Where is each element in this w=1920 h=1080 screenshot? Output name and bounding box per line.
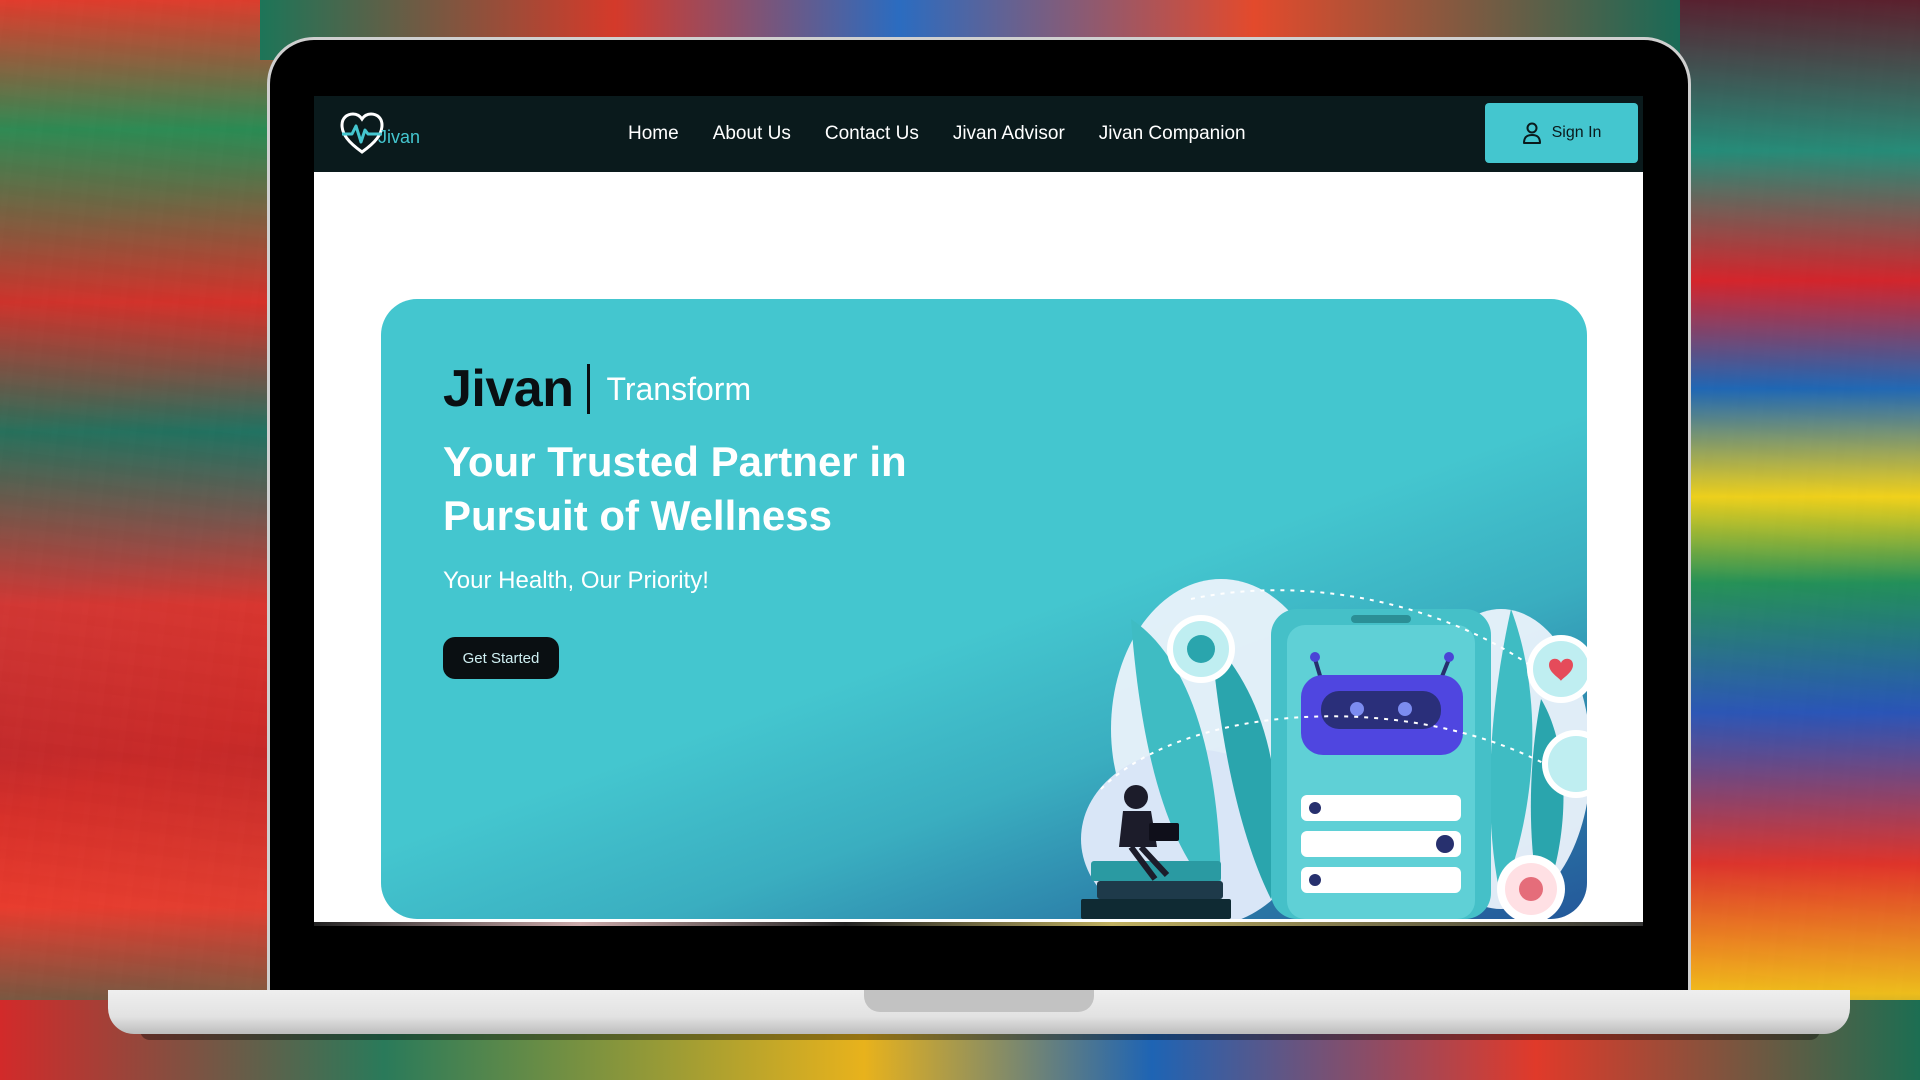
hero-brand-name: Jivan bbox=[443, 360, 574, 418]
logo-text: Jivan bbox=[378, 126, 421, 147]
laptop-screen: Jivan Home About Us Contact Us Jivan Adv… bbox=[314, 96, 1643, 926]
brand-divider bbox=[587, 364, 591, 414]
paint-stroke-left bbox=[0, 0, 280, 1080]
user-icon bbox=[1522, 122, 1541, 144]
nav-contact-us[interactable]: Contact Us bbox=[825, 123, 919, 145]
laptop-notch bbox=[864, 990, 1094, 1012]
nav-links: Home About Us Contact Us Jivan Advisor J… bbox=[628, 96, 1246, 172]
hero-card: Jivan Transform Your Trusted Partner in … bbox=[381, 299, 1587, 919]
logo[interactable]: Jivan bbox=[338, 110, 420, 158]
sign-in-button[interactable]: Sign In bbox=[1485, 103, 1638, 163]
hero-brand-sub: Transform bbox=[606, 370, 752, 407]
navbar: Jivan Home About Us Contact Us Jivan Adv… bbox=[314, 96, 1643, 172]
sign-in-label: Sign In bbox=[1551, 124, 1602, 141]
paint-stroke-right bbox=[1680, 0, 1920, 1080]
get-started-button[interactable]: Get Started bbox=[443, 637, 559, 679]
nav-about-us[interactable]: About Us bbox=[713, 123, 791, 145]
nav-jivan-advisor[interactable]: Jivan Advisor bbox=[953, 123, 1065, 145]
nav-home[interactable]: Home bbox=[628, 123, 679, 145]
hero-tagline: Your Health, Our Priority! bbox=[443, 567, 709, 594]
hero-brand-row: Jivan Transform bbox=[443, 359, 751, 419]
hero-headline: Your Trusted Partner in Pursuit of Welln… bbox=[443, 438, 907, 539]
chatbot-assistant-illustration bbox=[1081, 579, 1587, 919]
screen-bottom-edge bbox=[314, 922, 1643, 926]
nav-jivan-companion[interactable]: Jivan Companion bbox=[1099, 123, 1246, 145]
